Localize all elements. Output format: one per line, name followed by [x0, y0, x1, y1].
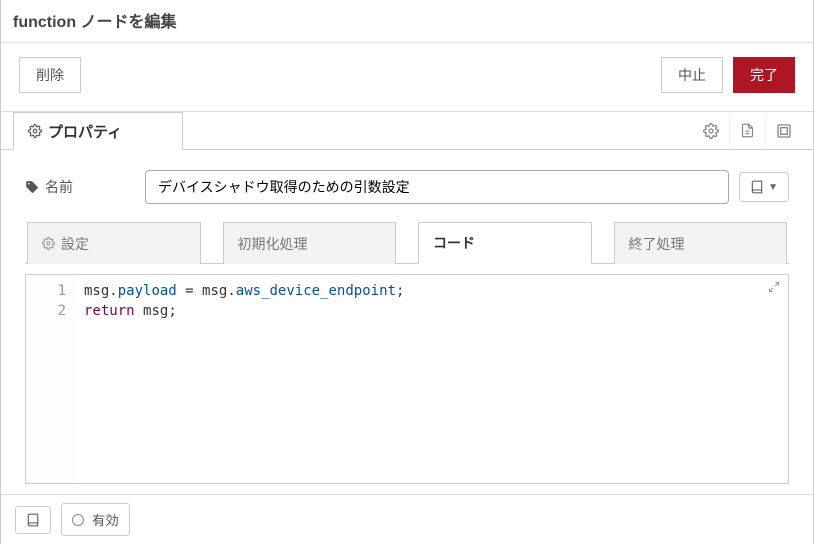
form-body: 名前 ▼ 設定 初期化処理 コード	[1, 150, 813, 494]
tab-code-label: コード	[433, 233, 475, 253]
enabled-toggle[interactable]: 有効	[61, 503, 130, 536]
tab-initialize[interactable]: 初期化処理	[223, 222, 397, 264]
description-button[interactable]	[729, 116, 765, 146]
delete-button[interactable]: 削除	[19, 57, 81, 93]
line-gutter: 12	[26, 275, 76, 483]
circle-icon	[72, 514, 84, 526]
edit-panel: function ノードを編集 削除 中止 完了 プロパティ	[0, 0, 814, 544]
code-editor[interactable]: 12 msg.payload = msg.aws_device_endpoint…	[25, 274, 789, 484]
caret-down-icon: ▼	[768, 182, 778, 193]
name-input[interactable]	[145, 170, 729, 204]
appearance-button[interactable]	[765, 116, 801, 146]
footer: 有効	[1, 494, 813, 544]
done-button[interactable]: 完了	[733, 57, 795, 93]
gear-icon	[28, 124, 42, 138]
library-button[interactable]: ▼	[739, 172, 789, 202]
tab-properties-label: プロパティ	[48, 121, 122, 142]
docs-button[interactable]	[15, 506, 51, 534]
code-content[interactable]: msg.payload = msg.aws_device_endpoint;re…	[76, 275, 788, 483]
code-tabs: 設定 初期化処理 コード 終了処理	[25, 222, 789, 264]
book-icon	[750, 180, 764, 194]
name-row: 名前 ▼	[25, 170, 789, 204]
tab-close-label: 終了処理	[629, 234, 685, 254]
expand-icon[interactable]	[766, 279, 782, 295]
tab-properties[interactable]: プロパティ	[13, 112, 183, 150]
action-bar: 削除 中止 完了	[1, 43, 813, 112]
tab-initialize-label: 初期化処理	[238, 234, 308, 254]
cancel-button[interactable]: 中止	[661, 57, 723, 93]
settings-button[interactable]	[693, 116, 729, 146]
tab-close[interactable]: 終了処理	[614, 222, 788, 264]
name-label-text: 名前	[45, 177, 73, 197]
tab-code[interactable]: コード	[418, 222, 592, 264]
tag-icon	[25, 180, 39, 194]
name-label: 名前	[25, 177, 135, 197]
tab-setup[interactable]: 設定	[27, 222, 201, 264]
enabled-label: 有効	[92, 510, 119, 529]
gear-icon	[42, 237, 55, 250]
panel-title: function ノードを編集	[1, 0, 813, 43]
book-icon	[26, 513, 40, 527]
tab-setup-label: 設定	[61, 234, 89, 254]
main-tabs: プロパティ	[1, 112, 813, 150]
